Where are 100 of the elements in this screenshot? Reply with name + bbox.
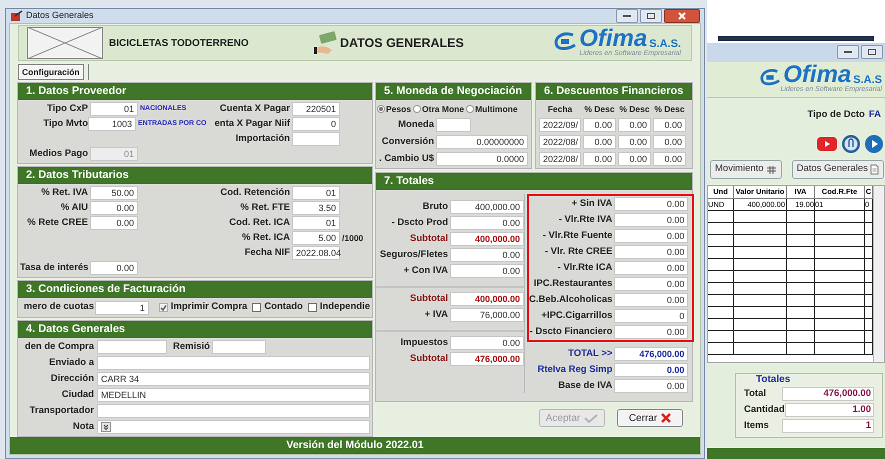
radio-button[interactable]	[466, 105, 474, 113]
input-field[interactable]: 400,000.00	[450, 232, 524, 246]
input-field[interactable]: 2022.08.04	[292, 246, 340, 260]
input-field[interactable]: 01	[90, 102, 138, 116]
input-field[interactable]: 1003	[88, 117, 136, 131]
play-icon[interactable]	[864, 134, 884, 154]
minimize-button[interactable]	[837, 45, 859, 60]
field-label: - Dscto Prod	[390, 216, 448, 230]
field-label: Impuestos	[399, 336, 448, 350]
input-field[interactable]: 0.00	[614, 293, 688, 307]
input-field[interactable]: 0.00	[450, 264, 524, 278]
grid-icon	[766, 164, 777, 174]
input-field[interactable]: 0.0000	[436, 152, 528, 166]
input-field[interactable]: 0.00	[653, 135, 686, 149]
input-field[interactable]	[212, 340, 266, 354]
checkbox-label: Independie	[320, 300, 370, 314]
input-field[interactable]: 5.00	[292, 231, 340, 245]
toolbar-button[interactable]: Movimiento	[710, 160, 782, 179]
input-field[interactable]: 0.00	[614, 229, 688, 243]
input-field[interactable]: 0.00	[90, 261, 138, 275]
field-label: C.Beb.Alcoholicas	[529, 292, 612, 307]
close-button[interactable]: Cerrar	[617, 409, 683, 427]
input-field[interactable]: 0.00	[614, 363, 688, 377]
field-label: Subtotal	[409, 232, 448, 246]
input-field[interactable]: 2022/08/	[539, 135, 581, 149]
input-field[interactable]: 220501	[292, 102, 340, 116]
column-header: % Desc	[653, 102, 686, 116]
input-field[interactable]: 0.00	[614, 245, 688, 259]
radio-button[interactable]	[413, 105, 422, 113]
field-label: Dirección	[50, 372, 94, 386]
input-field[interactable]: 0.00	[614, 379, 688, 393]
tab[interactable]: Configuración	[18, 64, 84, 80]
input-field[interactable]	[97, 356, 370, 370]
radio-button[interactable]	[377, 105, 385, 113]
maximize-button[interactable]	[640, 9, 662, 23]
toolbar-button[interactable]: Datos Generales	[792, 160, 884, 179]
section-header: 3. Condiciones de Facturación	[18, 281, 372, 298]
input-field[interactable]: 0.00	[618, 135, 651, 149]
input-field[interactable]: CARR 34	[97, 372, 370, 386]
video-play-icon[interactable]	[816, 135, 838, 153]
input-field[interactable]: 0.00	[618, 152, 651, 166]
input-field[interactable]	[292, 132, 340, 146]
checkbox[interactable]	[308, 303, 317, 312]
field-label: + Sin IVA	[572, 196, 612, 211]
input-field[interactable]: 76,000.00	[450, 308, 524, 322]
maximize-button[interactable]	[861, 45, 883, 60]
input-field[interactable]	[97, 404, 370, 418]
paperclip-icon[interactable]	[841, 134, 861, 154]
input-field[interactable]: 1	[94, 300, 149, 314]
input-field[interactable]	[436, 118, 471, 132]
input-field[interactable]: 0.00	[583, 118, 616, 132]
section-header: 7. Totales	[376, 173, 692, 190]
document-icon	[870, 164, 879, 175]
input-field[interactable]	[97, 340, 167, 354]
input-field[interactable]: 400,000.00	[450, 200, 524, 214]
scrollbar[interactable]	[873, 186, 884, 362]
input-field[interactable]: 0.00000000	[436, 135, 528, 149]
input-field[interactable]: 1	[782, 419, 874, 433]
field-label: % AIU	[60, 200, 88, 215]
input-field[interactable]: 0.00	[653, 152, 686, 166]
input-field[interactable]: 1.00	[784, 403, 874, 417]
dropdown-field[interactable]	[97, 420, 370, 434]
input-field[interactable]: 0.00	[583, 135, 616, 149]
input-field[interactable]: 0.00	[450, 248, 524, 262]
input-field[interactable]: 3.50	[292, 201, 340, 215]
input-field[interactable]: 0.00	[653, 118, 686, 132]
input-field[interactable]: 476,000.00	[450, 352, 524, 366]
input-field[interactable]: 0.00	[450, 216, 524, 230]
input-field[interactable]: 476,000.00	[782, 387, 874, 401]
panel-title: Totales	[755, 374, 792, 386]
input-field[interactable]: 476,000.00	[614, 347, 688, 361]
input-field[interactable]: 01	[292, 186, 340, 200]
minimize-button[interactable]	[616, 9, 638, 23]
radio-label: Otra Mone	[422, 102, 464, 116]
input-field[interactable]: 0.00	[450, 336, 524, 350]
input-field[interactable]: 0	[292, 117, 340, 131]
section-header: 4. Datos Generales	[18, 321, 372, 338]
input-field[interactable]: 0.00	[583, 152, 616, 166]
input-field[interactable]: 0.00	[614, 325, 688, 339]
input-field[interactable]: 0.00	[614, 213, 688, 227]
input-field[interactable]: 0.00	[614, 277, 688, 291]
input-field[interactable]: 50.00	[90, 186, 138, 200]
input-field[interactable]: 2022/09/	[539, 118, 581, 132]
close-icon	[678, 12, 686, 20]
radio-label: Pesos	[386, 102, 412, 116]
input-field[interactable]: 0.00	[90, 201, 138, 215]
input-field[interactable]: 0.00	[614, 261, 688, 275]
input-field[interactable]: 2022/08/	[539, 152, 581, 166]
field-label: Seguros/Fletes	[378, 248, 448, 262]
input-field[interactable]: MEDELLIN	[97, 388, 370, 402]
field-label: mero de cuotas	[22, 300, 94, 314]
input-field[interactable]: 400,000.00	[450, 292, 524, 306]
input-field[interactable]: 0.00	[90, 216, 138, 230]
input-field[interactable]: 0.00	[614, 197, 688, 211]
input-field[interactable]: 01	[292, 216, 340, 230]
input-field[interactable]: 0	[614, 309, 688, 323]
input-field[interactable]: 0.00	[618, 118, 651, 132]
field-label: Subtotal	[409, 352, 448, 366]
close-button[interactable]	[664, 9, 700, 23]
checkbox[interactable]	[252, 303, 262, 312]
